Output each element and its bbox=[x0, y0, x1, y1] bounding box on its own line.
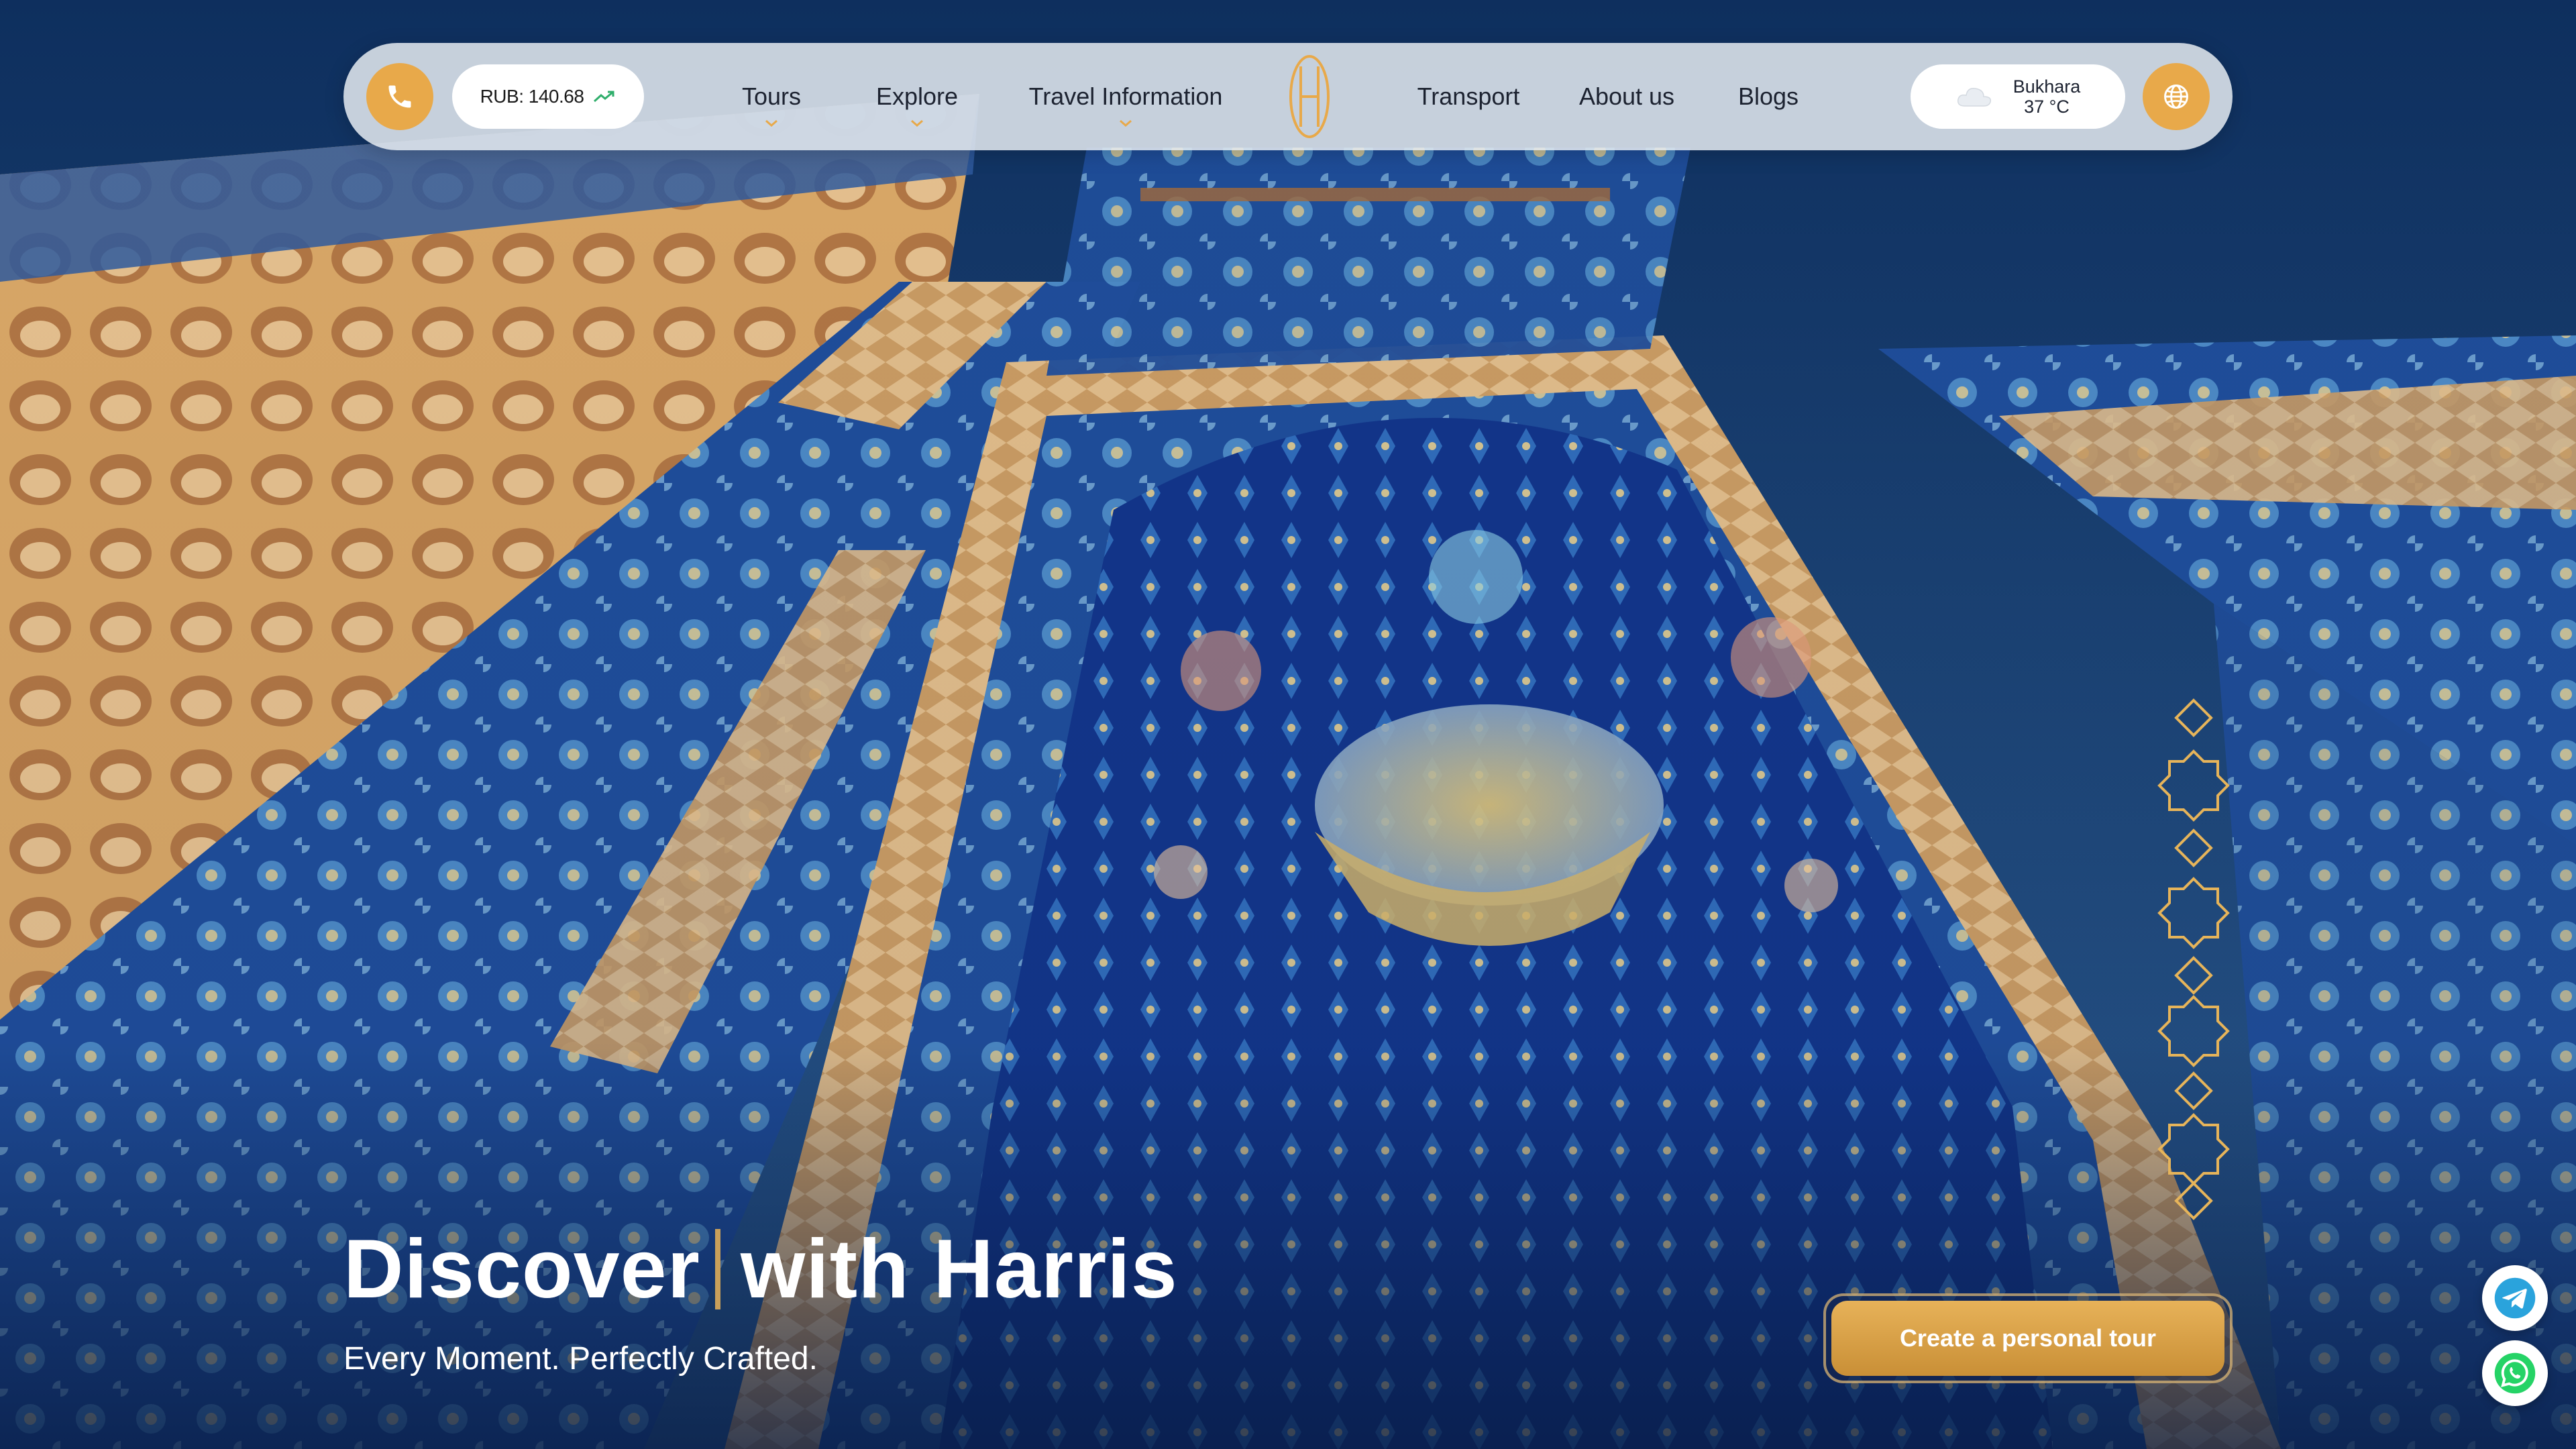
nav-about-us-label: About us bbox=[1578, 83, 1675, 110]
nav-tours-label: Tours bbox=[741, 83, 802, 110]
whatsapp-icon bbox=[2494, 1352, 2536, 1394]
hero-section: RUB: 140.68 Tours Explore Travel Informa… bbox=[0, 0, 2576, 1449]
cta-button-frame: Create a personal tour bbox=[1823, 1293, 2233, 1383]
chevron-down-icon bbox=[765, 119, 777, 127]
decorative-star-ornament bbox=[2157, 698, 2230, 1220]
globe-icon bbox=[2164, 85, 2188, 109]
hero-subtitle: Every Moment. Perfectly Crafted. bbox=[343, 1341, 818, 1377]
nav-blogs[interactable]: Blogs bbox=[1715, 43, 1822, 150]
currency-rate-label: RUB: 140.68 bbox=[480, 86, 584, 107]
harris-logo[interactable] bbox=[1276, 51, 1343, 142]
hero-title-part2: with Harris bbox=[740, 1223, 1178, 1316]
telegram-button[interactable] bbox=[2482, 1265, 2548, 1331]
nav-about-us[interactable]: About us bbox=[1556, 43, 1697, 150]
weather-temp: 37 °C bbox=[2024, 97, 2070, 117]
harris-logo-icon bbox=[1289, 55, 1330, 138]
phone-button[interactable] bbox=[366, 63, 433, 130]
typing-cursor bbox=[714, 1229, 720, 1309]
phone-icon bbox=[388, 85, 411, 108]
currency-rate-badge[interactable]: RUB: 140.68 bbox=[452, 64, 644, 129]
cloud-icon bbox=[1957, 87, 1991, 107]
hero-title-part1: Discover bbox=[343, 1223, 700, 1316]
trend-up-icon bbox=[594, 91, 614, 103]
nav-explore-label: Explore bbox=[875, 83, 959, 110]
create-personal-tour-button[interactable]: Create a personal tour bbox=[1831, 1301, 2224, 1376]
nav-transport-label: Transport bbox=[1417, 83, 1520, 110]
nav-transport[interactable]: Transport bbox=[1398, 43, 1539, 150]
hero-title: Discover with Harris bbox=[343, 1216, 1178, 1323]
nav-explore[interactable]: Explore bbox=[847, 43, 987, 150]
nav-tours[interactable]: Tours bbox=[711, 43, 832, 150]
chevron-down-icon bbox=[1120, 119, 1132, 127]
language-button[interactable] bbox=[2143, 63, 2210, 130]
weather-city: Bukhara bbox=[2012, 76, 2081, 97]
weather-widget[interactable]: Bukhara 37 °C bbox=[1911, 64, 2125, 129]
whatsapp-button[interactable] bbox=[2482, 1340, 2548, 1406]
nav-travel-information-label: Travel Information bbox=[1028, 83, 1223, 110]
nav-blogs-label: Blogs bbox=[1737, 83, 1799, 110]
top-navbar: RUB: 140.68 Tours Explore Travel Informa… bbox=[343, 43, 2233, 150]
chevron-down-icon bbox=[911, 119, 923, 127]
weather-text: Bukhara 37 °C bbox=[2013, 76, 2081, 117]
telegram-icon bbox=[2494, 1277, 2536, 1319]
nav-travel-information[interactable]: Travel Information bbox=[1005, 43, 1246, 150]
